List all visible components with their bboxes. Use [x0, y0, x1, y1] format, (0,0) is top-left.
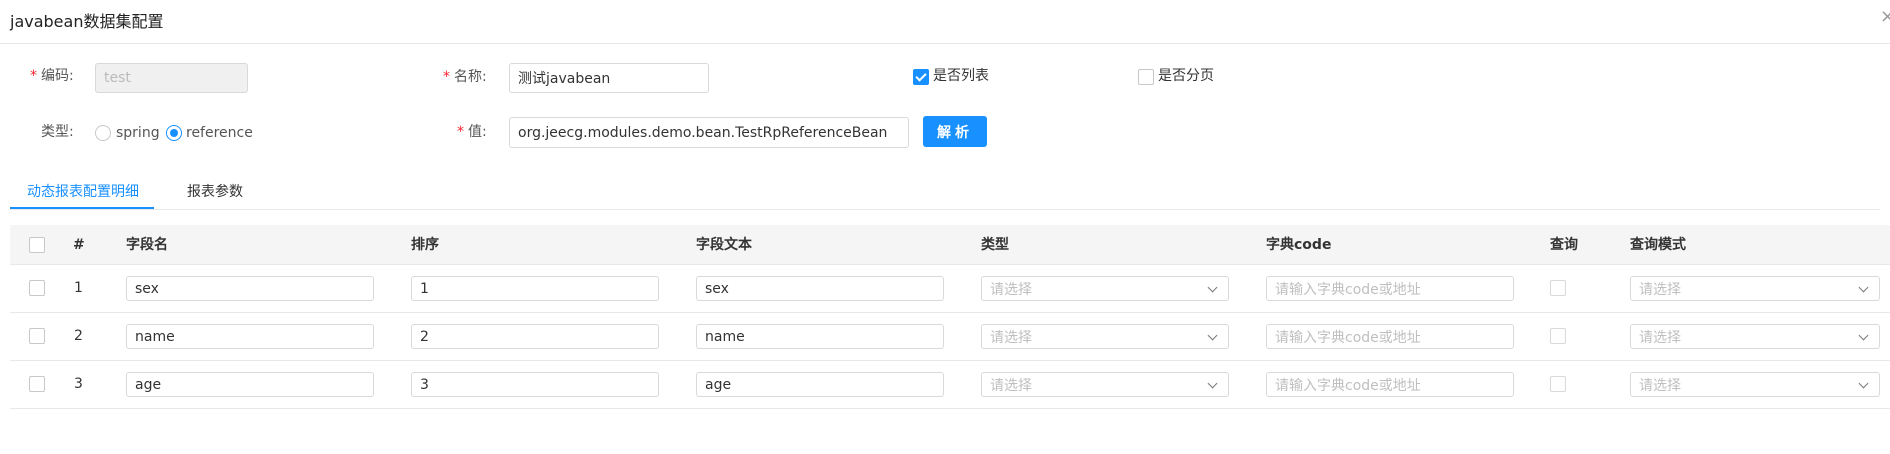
type-radio-reference[interactable]: [166, 125, 182, 141]
chevron-down-icon: [1858, 330, 1869, 341]
query-mode-placeholder: 请选择: [1639, 329, 1681, 346]
column-header-field-text: 字段文本: [696, 237, 752, 253]
type-select-placeholder: 请选择: [990, 329, 1032, 346]
close-icon[interactable]: ×: [1880, 6, 1890, 27]
row-divider: [10, 408, 1890, 409]
query-checkbox[interactable]: [1550, 376, 1566, 392]
type-select-placeholder: 请选择: [990, 281, 1032, 298]
chevron-down-icon: [1207, 378, 1218, 389]
is-list-checkbox[interactable]: [913, 69, 929, 85]
dict-code-input[interactable]: 请输入字典code或地址: [1266, 324, 1514, 349]
modal-header: javabean数据集配置 ×: [0, 0, 1890, 44]
order-input[interactable]: 3: [411, 372, 659, 397]
dict-code-placeholder: 请输入字典code或地址: [1275, 329, 1421, 346]
type-label: 类型:: [41, 124, 74, 140]
name-label: * 名称:: [443, 69, 487, 85]
is-page-label: 是否分页: [1158, 68, 1214, 84]
is-list-label: 是否列表: [933, 68, 989, 84]
parse-button[interactable]: 解析: [923, 116, 987, 147]
table-header: # 字段名 排序 字段文本 类型 字典code 查询 查询模式: [10, 225, 1890, 265]
type-select-placeholder: 请选择: [990, 377, 1032, 394]
tab-report-detail[interactable]: 动态报表配置明细: [27, 182, 139, 202]
field-name-input[interactable]: name: [126, 324, 374, 349]
column-header-query: 查询: [1550, 237, 1578, 253]
select-all-checkbox[interactable]: [29, 237, 45, 253]
row-index: 3: [74, 376, 83, 392]
type-select[interactable]: 请选择: [981, 324, 1229, 349]
row-checkbox[interactable]: [29, 376, 45, 392]
type-radio-reference-label: reference: [186, 125, 253, 141]
field-text-input[interactable]: sex: [696, 276, 944, 301]
query-checkbox[interactable]: [1550, 280, 1566, 296]
column-header-query-mode: 查询模式: [1630, 237, 1686, 253]
row-divider: [10, 360, 1890, 361]
row-checkbox[interactable]: [29, 328, 45, 344]
code-input[interactable]: test: [95, 63, 248, 93]
chevron-down-icon: [1207, 282, 1218, 293]
query-mode-select[interactable]: 请选择: [1630, 276, 1880, 301]
row-index: 1: [74, 280, 83, 296]
order-input[interactable]: 2: [411, 324, 659, 349]
query-checkbox[interactable]: [1550, 328, 1566, 344]
type-radio-spring[interactable]: [95, 125, 111, 141]
code-label: * 编码:: [30, 68, 74, 84]
column-header-field-name: 字段名: [126, 237, 168, 253]
type-radio-spring-label: spring: [116, 125, 160, 141]
tab-report-params[interactable]: 报表参数: [187, 182, 243, 202]
chevron-down-icon: [1858, 378, 1869, 389]
dict-code-placeholder: 请输入字典code或地址: [1275, 377, 1421, 394]
query-mode-placeholder: 请选择: [1639, 377, 1681, 394]
dict-code-input[interactable]: 请输入字典code或地址: [1266, 372, 1514, 397]
tabs-divider: [10, 209, 1880, 210]
query-mode-placeholder: 请选择: [1639, 281, 1681, 298]
row-checkbox[interactable]: [29, 280, 45, 296]
chevron-down-icon: [1207, 330, 1218, 341]
column-header-order: 排序: [411, 237, 439, 253]
field-text-input[interactable]: age: [696, 372, 944, 397]
query-mode-select[interactable]: 请选择: [1630, 372, 1880, 397]
value-label: * 值:: [457, 124, 487, 140]
is-page-checkbox[interactable]: [1138, 69, 1154, 85]
type-select[interactable]: 请选择: [981, 372, 1229, 397]
field-name-input[interactable]: sex: [126, 276, 374, 301]
column-header-index: #: [73, 237, 85, 253]
order-input[interactable]: 1: [411, 276, 659, 301]
query-mode-select[interactable]: 请选择: [1630, 324, 1880, 349]
chevron-down-icon: [1858, 282, 1869, 293]
modal-title: javabean数据集配置: [10, 12, 164, 31]
type-select[interactable]: 请选择: [981, 276, 1229, 301]
column-header-type: 类型: [981, 237, 1009, 253]
row-index: 2: [74, 328, 83, 344]
column-header-dict-code: 字典code: [1266, 237, 1332, 253]
field-text-input[interactable]: name: [696, 324, 944, 349]
field-name-input[interactable]: age: [126, 372, 374, 397]
value-input[interactable]: org.jeecg.modules.demo.bean.TestRpRefere…: [509, 117, 909, 148]
name-input[interactable]: 测试javabean: [509, 63, 709, 93]
dict-code-placeholder: 请输入字典code或地址: [1275, 281, 1421, 298]
row-divider: [10, 312, 1890, 313]
dict-code-input[interactable]: 请输入字典code或地址: [1266, 276, 1514, 301]
